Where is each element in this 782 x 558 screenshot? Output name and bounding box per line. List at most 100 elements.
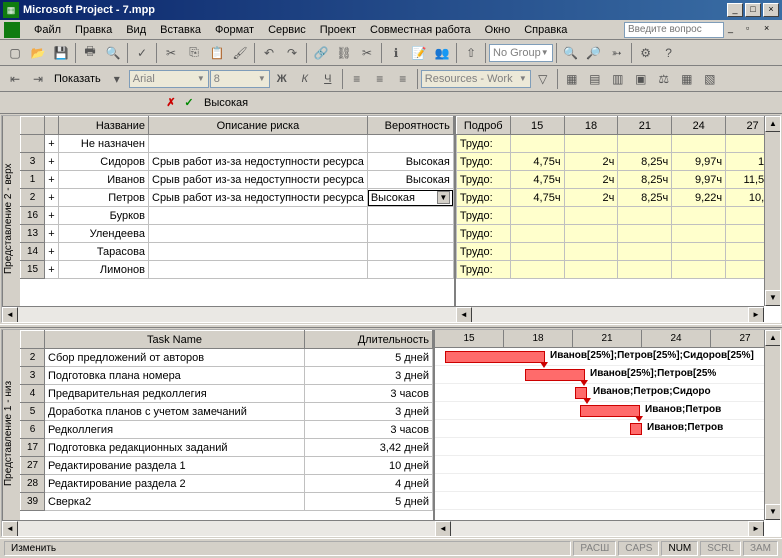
underline-icon[interactable]: Ч — [317, 68, 339, 90]
table-row[interactable]: +Не назначен — [21, 135, 454, 153]
open-icon[interactable]: 📂 — [27, 42, 49, 64]
menu-edit[interactable]: Правка — [69, 22, 118, 38]
view5-icon[interactable]: ⚖ — [653, 68, 675, 90]
col-prob[interactable]: Вероятность — [367, 117, 453, 135]
usage-grid[interactable]: Подроб 15 18 21 24 27 Трудо: Трудо:4,75ч… — [456, 116, 780, 322]
bold-icon[interactable]: Ж — [271, 68, 293, 90]
task-grid[interactable]: Task Name Длительность 2Сбор предложений… — [20, 330, 435, 536]
show-dropdown-icon[interactable]: ▾ — [106, 68, 128, 90]
gantt-bar[interactable] — [630, 423, 642, 435]
table-row[interactable]: 14+Тарасова — [21, 243, 454, 261]
outdent-icon[interactable]: ⇤ — [4, 68, 26, 90]
table-row[interactable]: 28Редактирование раздела 24 дней — [21, 475, 433, 493]
menu-view[interactable]: Вид — [120, 22, 152, 38]
usage-vscroll[interactable]: ▲▼ — [764, 116, 780, 306]
help-question-input[interactable] — [624, 22, 724, 38]
assign-icon[interactable]: 👥 — [431, 42, 453, 64]
paste-icon[interactable]: 📋 — [206, 42, 228, 64]
menu-help[interactable]: Справка — [518, 22, 573, 38]
align-right-icon[interactable]: ≡ — [392, 68, 414, 90]
undo-icon[interactable]: ↶ — [258, 42, 280, 64]
expand-icon[interactable]: + — [45, 261, 59, 279]
expand-icon[interactable]: + — [45, 153, 59, 171]
gantt-bar[interactable] — [525, 369, 585, 381]
menu-insert[interactable]: Вставка — [154, 22, 207, 38]
doc-close-button[interactable]: × — [764, 23, 778, 37]
probability-dropdown[interactable]: Высокая▼ — [368, 190, 453, 206]
table-row[interactable]: 17Подготовка редакционных заданий3,42 дн… — [21, 439, 433, 457]
expand-icon[interactable]: + — [45, 243, 59, 261]
menu-tools[interactable]: Сервис — [262, 22, 312, 38]
table-row[interactable]: 4Предварительная редколлегия3 часов — [21, 385, 433, 403]
maximize-button[interactable]: □ — [745, 3, 761, 17]
align-left-icon[interactable]: ≡ — [346, 68, 368, 90]
copy-icon[interactable]: ⎘ — [183, 42, 205, 64]
link-icon[interactable]: 🔗 — [310, 42, 332, 64]
menu-window[interactable]: Окно — [479, 22, 517, 38]
view3-icon[interactable]: ▥ — [607, 68, 629, 90]
publish-icon[interactable]: ⇧ — [460, 42, 482, 64]
table-row[interactable]: 3Подготовка плана номера3 дней — [21, 367, 433, 385]
zoom-out-icon[interactable]: 🔍 — [560, 42, 582, 64]
format-painter-icon[interactable]: 🖌 — [229, 42, 251, 64]
view4-icon[interactable]: ▣ — [630, 68, 652, 90]
expand-icon[interactable]: + — [45, 189, 59, 207]
zoom-in-icon[interactable]: 🔎 — [583, 42, 605, 64]
group-combo[interactable]: No Group▼ — [489, 44, 553, 62]
menu-format[interactable]: Формат — [209, 22, 260, 38]
save-icon[interactable]: 💾 — [50, 42, 72, 64]
table-row[interactable]: 2Сбор предложений от авторов5 дней — [21, 349, 433, 367]
redo-icon[interactable]: ↷ — [281, 42, 303, 64]
spell-icon[interactable]: ✓ — [131, 42, 153, 64]
preview-icon[interactable]: 🔍 — [102, 42, 124, 64]
close-button[interactable]: × — [763, 3, 779, 17]
doc-max-button[interactable]: ▫ — [746, 23, 760, 37]
cancel-icon[interactable]: ✗ — [162, 94, 180, 112]
view6-icon[interactable]: ▦ — [676, 68, 698, 90]
table-row[interactable]: 3+СидоровСрыв работ из-за недоступности … — [21, 153, 454, 171]
table-row[interactable]: 1+ИвановСрыв работ из-за недоступности р… — [21, 171, 454, 189]
view1-icon[interactable]: ▦ — [561, 68, 583, 90]
indent-icon[interactable]: ⇥ — [27, 68, 49, 90]
wizard-icon[interactable]: ⚙ — [635, 42, 657, 64]
gantt-vscroll[interactable]: ▲▼ — [764, 330, 780, 520]
gantt-bar[interactable] — [580, 405, 640, 417]
resources-combo[interactable]: Resources - Work▼ — [421, 70, 531, 88]
table-row[interactable]: 6Редколлегия3 часов — [21, 421, 433, 439]
risk-grid[interactable]: Название Описание риска Вероятность +Не … — [20, 116, 456, 322]
pane-splitter[interactable] — [0, 324, 782, 328]
unlink-icon[interactable]: ⛓ — [333, 42, 355, 64]
size-combo[interactable]: 8▼ — [210, 70, 270, 88]
italic-icon[interactable]: К — [294, 68, 316, 90]
accept-icon[interactable]: ✓ — [180, 94, 198, 112]
help-icon[interactable]: ? — [658, 42, 680, 64]
cut-icon[interactable]: ✂ — [160, 42, 182, 64]
print-icon[interactable]: 🖶 — [79, 42, 101, 64]
doc-restore-button[interactable]: _ — [728, 23, 742, 37]
formula-value[interactable]: Высокая — [198, 97, 248, 109]
font-combo[interactable]: Arial▼ — [129, 70, 209, 88]
notes-icon[interactable]: 📝 — [408, 42, 430, 64]
table-row[interactable]: 2+ПетровСрыв работ из-за недоступности р… — [21, 189, 454, 207]
table-row[interactable]: 13+Улендеева — [21, 225, 454, 243]
table-row[interactable]: 5Доработка планов с учетом замечаний3 дн… — [21, 403, 433, 421]
table-row[interactable]: 27Редактирование раздела 110 дней — [21, 457, 433, 475]
align-center-icon[interactable]: ≡ — [369, 68, 391, 90]
col-taskname[interactable]: Task Name — [45, 331, 305, 349]
expand-icon[interactable]: + — [45, 207, 59, 225]
menu-file[interactable]: Файл — [28, 22, 67, 38]
menu-project[interactable]: Проект — [314, 22, 362, 38]
new-icon[interactable]: ▢ — [4, 42, 26, 64]
menu-collab[interactable]: Совместная работа — [364, 22, 477, 38]
col-desc[interactable]: Описание риска — [149, 117, 368, 135]
split-icon[interactable]: ✂ — [356, 42, 378, 64]
expand-icon[interactable]: + — [45, 135, 59, 153]
table-row[interactable]: 39Сверка25 дней — [21, 493, 433, 511]
gantt-chart[interactable]: 15 18 21 24 27 Иванов[25%];Петров[25%];С… — [435, 330, 780, 536]
expand-icon[interactable]: + — [45, 171, 59, 189]
info-icon[interactable]: ℹ — [385, 42, 407, 64]
view7-icon[interactable]: ▧ — [699, 68, 721, 90]
view2-icon[interactable]: ▤ — [584, 68, 606, 90]
table-row[interactable]: 16+Бурков — [21, 207, 454, 225]
gantt-hscroll[interactable]: ◄► — [435, 520, 764, 536]
